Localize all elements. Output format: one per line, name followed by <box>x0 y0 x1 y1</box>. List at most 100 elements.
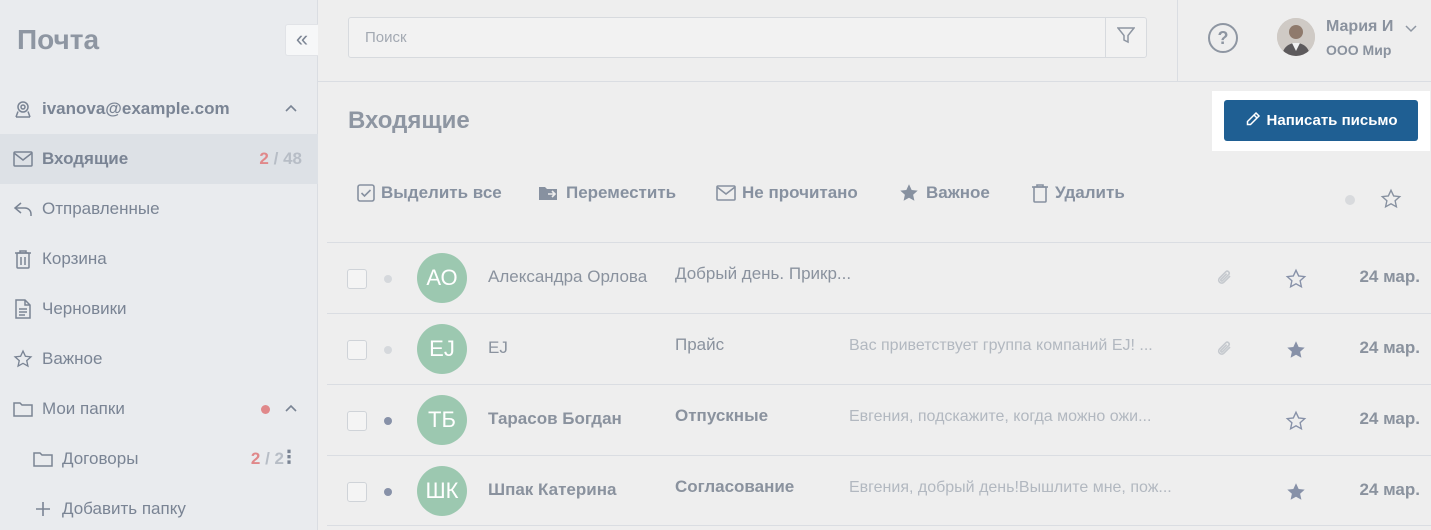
sidebar: Почта « ivanova@example.com Входящие 2 /… <box>0 0 318 530</box>
row-checkbox[interactable] <box>347 482 367 502</box>
user-name[interactable]: Мария И <box>1326 18 1393 36</box>
chevron-down-icon[interactable] <box>1405 20 1417 38</box>
email-row[interactable]: EJ EJ Прайс Вас приветствует группа комп… <box>327 313 1431 384</box>
sidebar-item-label: Черновики <box>42 299 127 318</box>
add-folder-label: Добавить папку <box>62 499 186 518</box>
avatar[interactable] <box>1277 18 1315 56</box>
sidebar-item-important[interactable]: Важное <box>0 334 318 384</box>
sidebar-item-my-folders[interactable]: Мои папки <box>0 384 318 434</box>
row-checkbox[interactable] <box>347 340 367 360</box>
mark-unread-label: Не прочитано <box>742 183 858 202</box>
email-subject: Прайс <box>675 335 725 354</box>
folder-icon <box>12 398 34 420</box>
row-checkbox[interactable] <box>347 269 367 289</box>
document-icon <box>12 298 34 320</box>
star-filter-icon[interactable] <box>1380 188 1402 215</box>
move-button[interactable]: Переместить <box>538 180 676 206</box>
filter-button[interactable] <box>1105 18 1146 57</box>
pencil-icon <box>1245 111 1261 131</box>
star-toggle-icon[interactable] <box>1285 339 1307 366</box>
sidebar-item-drafts[interactable]: Черновики <box>0 284 318 334</box>
star-filled-icon <box>898 182 920 204</box>
delete-button[interactable]: Удалить <box>1031 180 1125 206</box>
mark-important-label: Важное <box>926 183 990 202</box>
checkbox-icon <box>357 184 375 202</box>
attachment-icon <box>1216 267 1234 294</box>
collapse-sidebar-button[interactable]: « <box>285 24 318 56</box>
reply-icon <box>12 198 34 220</box>
page-title: Входящие <box>348 107 470 134</box>
inbox-counter: 2 / 48 <box>259 149 302 168</box>
sidebar-item-trash[interactable]: Корзина <box>0 234 318 284</box>
sender-name: EJ <box>488 338 508 357</box>
sidebar-item-label: Договоры <box>62 449 139 468</box>
email-preview: Евгения, добрый день!Вышлите мне, пож... <box>849 479 1172 496</box>
sidebar-item-sent[interactable]: Отправленные <box>0 184 318 234</box>
chevron-up-icon[interactable] <box>284 401 298 419</box>
email-row[interactable]: АО Александра Орлова Добрый день. Прикр.… <box>327 242 1431 313</box>
email-date: 24 мар. <box>1359 338 1420 357</box>
move-label: Переместить <box>566 183 677 202</box>
email-preview: Евгения, подскажите, когда можно ожи... <box>849 408 1152 425</box>
chevron-up-icon[interactable] <box>284 101 298 119</box>
row-checkbox[interactable] <box>347 411 367 431</box>
sidebar-item-label: Отправленные <box>42 199 160 218</box>
sender-avatar: ТБ <box>417 395 467 445</box>
sidebar-item-label: Входящие <box>42 149 129 168</box>
email-row[interactable]: ТБ Тарасов Богдан Отпускные Евгения, под… <box>327 384 1431 455</box>
sender-name: Тарасов Богдан <box>488 409 622 428</box>
sender-avatar: ШК <box>417 466 467 516</box>
star-toggle-icon[interactable] <box>1285 481 1307 508</box>
email-date: 24 мар. <box>1359 267 1420 286</box>
email-subject: Согласование <box>675 477 795 496</box>
account-icon <box>12 98 34 120</box>
read-status-dot[interactable] <box>384 346 392 354</box>
move-folder-icon <box>538 184 560 202</box>
plus-icon <box>32 498 54 520</box>
sender-name: Шпак Катерина <box>488 480 617 499</box>
filter-icon <box>1116 26 1136 49</box>
read-status-dot[interactable] <box>384 488 392 496</box>
mark-important-button[interactable]: Важное <box>898 180 990 206</box>
star-toggle-icon[interactable] <box>1285 410 1307 437</box>
folder-icon <box>32 448 54 470</box>
read-status-dot[interactable] <box>384 417 392 425</box>
account-row[interactable]: ivanova@example.com <box>0 84 318 134</box>
unread-filter-dot[interactable] <box>1345 195 1355 205</box>
read-status-dot[interactable] <box>384 275 392 283</box>
search-input[interactable] <box>349 18 1106 57</box>
email-preview: Вас приветствует группа компаний EJ! ... <box>849 337 1153 354</box>
add-folder-button[interactable]: Добавить папку <box>0 484 318 530</box>
compose-label: Написать письмо <box>1266 112 1398 129</box>
star-toggle-icon[interactable] <box>1285 268 1307 295</box>
delete-label: Удалить <box>1055 183 1125 202</box>
top-bar: ? Мария И ООО Мир <box>318 0 1431 82</box>
topbar-divider <box>1177 0 1178 82</box>
trash-icon <box>12 248 34 270</box>
search-box <box>348 17 1147 58</box>
sender-name: Александра Орлова <box>488 267 648 286</box>
account-email: ivanova@example.com <box>42 99 230 118</box>
sidebar-item-inbox[interactable]: Входящие 2 / 48 <box>0 134 318 184</box>
email-date: 24 мар. <box>1359 480 1420 499</box>
email-row[interactable]: ШК Шпак Катерина Согласование Евгения, д… <box>327 455 1431 526</box>
attachment-icon <box>1216 338 1234 365</box>
sidebar-item-label: Корзина <box>42 249 107 268</box>
new-mail-dot <box>261 405 270 414</box>
email-subject: Добрый день. Прикр... <box>675 264 852 283</box>
sidebar-item-label: Важное <box>42 349 103 368</box>
more-vertical-icon[interactable]: ⋮ <box>280 448 298 466</box>
sidebar-item-label: Мои папки <box>42 399 125 418</box>
sidebar-item-contracts[interactable]: Договоры 2 / 2 ⋮ <box>0 434 318 484</box>
select-all-button[interactable]: Выделить все <box>357 180 502 206</box>
compose-highlight: Написать письмо <box>1212 91 1430 151</box>
star-icon <box>12 348 34 370</box>
mark-unread-button[interactable]: Не прочитано <box>716 180 858 206</box>
sender-avatar: EJ <box>417 324 467 374</box>
select-all-label: Выделить все <box>381 183 502 202</box>
trash-icon <box>1031 183 1049 203</box>
user-org: ООО Мир <box>1326 42 1392 58</box>
help-icon[interactable]: ? <box>1208 23 1238 53</box>
email-subject: Отпускные <box>675 406 769 425</box>
compose-button[interactable]: Написать письмо <box>1224 100 1418 141</box>
